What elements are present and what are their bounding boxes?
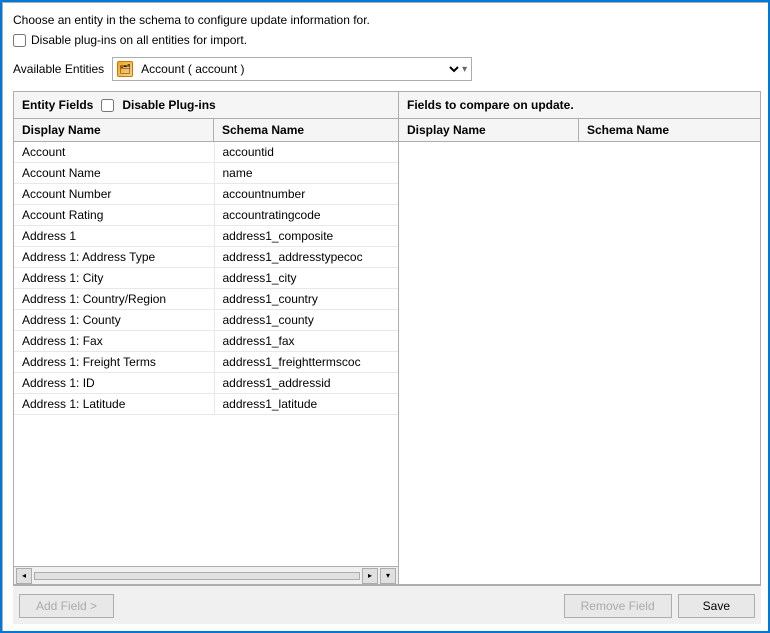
disable-plugins-checkbox[interactable] [13,34,26,47]
table-row[interactable]: Accountaccountid [14,142,398,163]
right-scroll-area: Display Name Schema Name [399,119,760,584]
entity-select[interactable]: Account ( account ) [137,61,462,77]
disable-plugins-entity-label: Disable Plug-ins [122,98,215,112]
table-row[interactable]: Address 1address1_composite [14,226,398,247]
left-table-rows[interactable]: AccountaccountidAccount NamenameAccount … [14,142,398,566]
entity-icon: 🗂 [117,61,133,77]
left-scroll-area: Display Name Schema Name Accountaccounti… [14,119,398,584]
right-table-header: Display Name Schema Name [399,119,760,142]
table-row[interactable]: Account Numberaccountnumber [14,184,398,205]
display-name-cell: Address 1: Latitude [14,394,214,415]
save-button[interactable]: Save [678,594,755,618]
right-panel: Fields to compare on update. Display Nam… [399,92,760,584]
add-field-button[interactable]: Add Field > [19,594,114,618]
entity-select-wrapper[interactable]: 🗂 Account ( account ) ▾ [112,57,472,81]
disable-plugins-entity-checkbox[interactable] [101,99,114,112]
scroll-track[interactable] [34,572,360,580]
left-col-display-header: Display Name [14,119,214,141]
right-panel-header: Fields to compare on update. [399,92,760,119]
schema-name-cell: name [214,163,398,184]
dropdown-arrow-icon: ▾ [462,64,467,75]
table-row[interactable]: Address 1: Freight Termsaddress1_freight… [14,352,398,373]
left-fields-table: AccountaccountidAccount NamenameAccount … [14,142,398,415]
display-name-cell: Address 1: County [14,310,214,331]
left-col-schema-header: Schema Name [214,119,398,141]
display-name-cell: Account Number [14,184,214,205]
disable-plugins-label: Disable plug-ins on all entities for imp… [31,33,247,47]
disable-plugins-row: Disable plug-ins on all entities for imp… [13,33,761,47]
scroll-down-small-btn[interactable]: ▾ [380,568,396,584]
table-row[interactable]: Account Ratingaccountratingcode [14,205,398,226]
table-row[interactable]: Address 1: Countyaddress1_county [14,310,398,331]
bottom-left: Add Field > [19,594,114,618]
scroll-left-btn[interactable]: ◂ [16,568,32,584]
schema-name-cell: accountid [214,142,398,163]
scroll-right-btn[interactable]: ▸ [362,568,378,584]
display-name-cell: Account Rating [14,205,214,226]
schema-name-cell: accountratingcode [214,205,398,226]
left-table-header: Display Name Schema Name [14,119,398,142]
schema-name-cell: address1_county [214,310,398,331]
schema-name-cell: accountnumber [214,184,398,205]
display-name-cell: Account [14,142,214,163]
entity-fields-label: Entity Fields [22,98,93,112]
description-text: Choose an entity in the schema to config… [13,13,761,27]
display-name-cell: Address 1: Address Type [14,247,214,268]
schema-name-cell: address1_addresstypecoc [214,247,398,268]
left-panel: Entity Fields Disable Plug-ins Display N… [14,92,399,584]
dialog-border: Choose an entity in the schema to config… [0,0,770,633]
right-col-schema-header: Schema Name [579,119,760,141]
main-dialog: Choose an entity in the schema to config… [2,2,770,633]
schema-name-cell: address1_city [214,268,398,289]
display-name-cell: Address 1: City [14,268,214,289]
table-row[interactable]: Address 1: Faxaddress1_fax [14,331,398,352]
schema-name-cell: address1_country [214,289,398,310]
display-name-cell: Address 1: Freight Terms [14,352,214,373]
horizontal-scrollbar[interactable]: ◂ ▸ ▾ [14,566,398,584]
display-name-cell: Account Name [14,163,214,184]
remove-field-button[interactable]: Remove Field [564,594,672,618]
table-row[interactable]: Account Namename [14,163,398,184]
schema-name-cell: address1_latitude [214,394,398,415]
table-row[interactable]: Address 1: Country/Regionaddress1_countr… [14,289,398,310]
schema-name-cell: address1_addressid [214,373,398,394]
schema-name-cell: address1_composite [214,226,398,247]
entity-row: Available Entities 🗂 Account ( account )… [13,57,761,81]
table-row[interactable]: Address 1: Latitudeaddress1_latitude [14,394,398,415]
display-name-cell: Address 1: Fax [14,331,214,352]
available-entities-label: Available Entities [13,62,104,76]
main-content: Entity Fields Disable Plug-ins Display N… [13,91,761,585]
bottom-right: Remove Field Save [564,594,755,618]
table-row[interactable]: Address 1: Address Typeaddress1_addresst… [14,247,398,268]
table-row[interactable]: Address 1: IDaddress1_addressid [14,373,398,394]
left-panel-header: Entity Fields Disable Plug-ins [14,92,398,119]
display-name-cell: Address 1: ID [14,373,214,394]
right-table-rows[interactable] [399,142,760,584]
table-row[interactable]: Address 1: Cityaddress1_city [14,268,398,289]
display-name-cell: Address 1: Country/Region [14,289,214,310]
display-name-cell: Address 1 [14,226,214,247]
bottom-bar: Add Field > Remove Field Save [13,585,761,624]
schema-name-cell: address1_fax [214,331,398,352]
right-col-display-header: Display Name [399,119,579,141]
schema-name-cell: address1_freighttermscoc [214,352,398,373]
